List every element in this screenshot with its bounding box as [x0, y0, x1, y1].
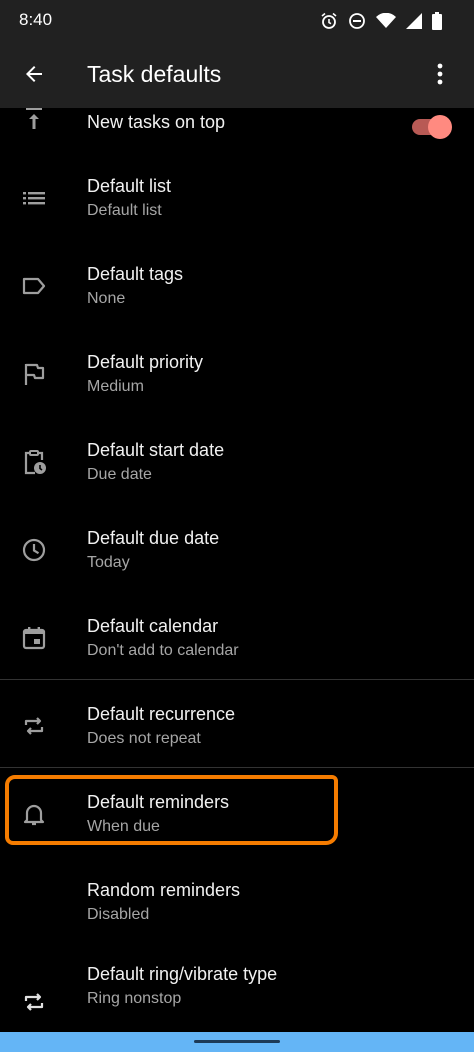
item-title: Random reminders: [87, 880, 241, 900]
preference-list: New tasks on top Default list Default li…: [0, 108, 474, 1032]
more-vert-icon: [437, 63, 443, 85]
new-tasks-on-top-item[interactable]: New tasks on top: [0, 108, 474, 148]
item-title: Default tags: [87, 264, 184, 284]
vertical-align-top-icon: [26, 108, 42, 129]
item-summary: Medium: [87, 378, 144, 395]
label-icon: [22, 277, 46, 295]
item-title: New tasks on top: [87, 112, 226, 132]
alarm-icon: [321, 12, 337, 29]
status-bar: 8:40: [0, 0, 474, 40]
item-summary: Don't add to calendar: [87, 642, 239, 659]
item-summary: When due: [87, 818, 160, 835]
do-not-disturb-icon: [349, 13, 365, 29]
gesture-handle[interactable]: [194, 1040, 280, 1043]
list-icon: [23, 192, 45, 205]
random-reminders-item[interactable]: Random reminders Disabled: [0, 862, 474, 950]
item-summary: Default list: [87, 202, 162, 219]
item-summary: Does not repeat: [87, 730, 201, 747]
notifications-icon: [23, 804, 45, 826]
item-title: Default recurrence: [87, 704, 236, 724]
signal-icon: [406, 13, 422, 29]
flag-icon: [24, 363, 45, 385]
section-divider: [0, 767, 474, 768]
item-summary: Today: [87, 554, 130, 571]
battery-icon: [432, 12, 442, 30]
item-summary: None: [87, 290, 126, 307]
default-list-item[interactable]: Default list Default list: [0, 158, 474, 246]
default-start-date-item[interactable]: Default start date Due date: [0, 422, 474, 510]
default-recurrence-item[interactable]: Default recurrence Does not repeat: [0, 686, 474, 774]
item-title: Default ring/vibrate type: [87, 964, 278, 984]
status-time: 8:40: [19, 10, 53, 29]
repeat-icon: [24, 993, 44, 1011]
default-due-date-item[interactable]: Default due date Today: [0, 510, 474, 598]
app-bar: Task defaults: [0, 40, 474, 108]
section-divider: [0, 679, 474, 680]
schedule-icon: [22, 538, 46, 562]
default-reminders-item[interactable]: Default reminders When due: [0, 774, 474, 862]
new-tasks-on-top-switch[interactable]: [410, 111, 452, 143]
item-title: Default priority: [87, 352, 204, 372]
item-title: Default reminders: [87, 792, 230, 812]
item-summary: Ring nonstop: [87, 990, 182, 1007]
arrow-back-icon: [26, 66, 42, 82]
item-title: Default list: [87, 176, 172, 196]
back-button[interactable]: [14, 54, 54, 94]
switch-thumb: [428, 115, 452, 139]
wifi-icon: [376, 13, 396, 28]
item-summary: Due date: [87, 466, 152, 483]
default-tags-item[interactable]: Default tags None: [0, 246, 474, 334]
more-options-button[interactable]: [420, 54, 460, 94]
event-icon: [22, 627, 46, 650]
status-icons: [320, 10, 442, 32]
item-title: Default due date: [87, 528, 220, 548]
item-title: Default calendar: [87, 616, 219, 636]
default-calendar-item[interactable]: Default calendar Don't add to calendar: [0, 598, 474, 686]
repeat-icon: [24, 717, 44, 735]
navigation-bar: [0, 1032, 474, 1052]
page-title: Task defaults: [87, 61, 222, 87]
pending-actions-icon: [24, 450, 46, 475]
item-title: Default start date: [87, 440, 225, 460]
default-priority-item[interactable]: Default priority Medium: [0, 334, 474, 422]
item-summary: Disabled: [87, 906, 150, 923]
default-ring-vibrate-item[interactable]: Default ring/vibrate type Ring nonstop: [0, 950, 474, 1032]
